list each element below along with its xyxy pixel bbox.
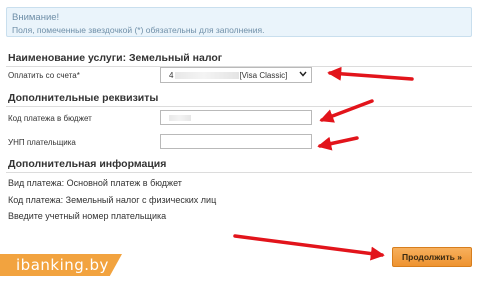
arrow-to-unp [317, 136, 359, 151]
annotation-arrows [233, 66, 414, 261]
arrow-to-continue [233, 234, 385, 261]
arrow-to-account [327, 66, 414, 81]
arrow-to-budget-code [319, 99, 374, 123]
